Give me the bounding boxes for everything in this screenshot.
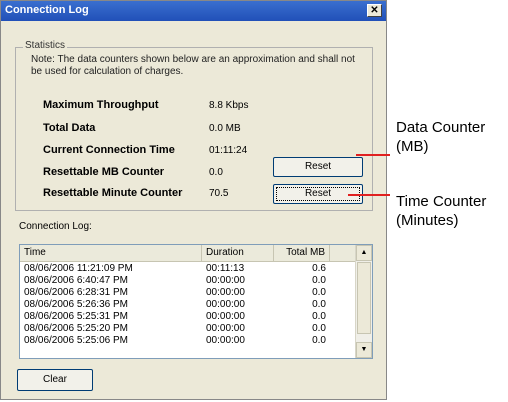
table-row[interactable]: 08/06/2006 5:25:31 PM 00:00:00 0.0 bbox=[20, 311, 356, 322]
window-title: Connection Log bbox=[5, 4, 89, 16]
row-duration: 00:00:00 bbox=[206, 287, 245, 298]
row-total-mb: 0.0 bbox=[312, 275, 326, 286]
statistics-group-label: Statistics bbox=[23, 40, 68, 51]
vertical-scrollbar[interactable]: ▲ ▼ bbox=[355, 245, 372, 358]
total-data-value: 0.0 MB bbox=[209, 123, 241, 134]
statistics-note: Note: The data counters shown below are … bbox=[31, 54, 355, 77]
data-counter-callout-line bbox=[356, 154, 390, 156]
resettable-mb-counter-value: 0.0 bbox=[209, 167, 223, 178]
data-counter-annotation-line1: Data Counter bbox=[396, 119, 486, 136]
table-row[interactable]: 08/06/2006 6:40:47 PM 00:00:00 0.0 bbox=[20, 275, 356, 286]
arrow-up-icon: ▲ bbox=[360, 249, 368, 256]
row-duration: 00:00:00 bbox=[206, 335, 245, 346]
row-duration: 00:00:00 bbox=[206, 299, 245, 310]
row-duration: 00:11:13 bbox=[206, 263, 245, 274]
time-counter-annotation-line2: (Minutes) bbox=[396, 212, 459, 229]
row-total-mb: 0.0 bbox=[312, 287, 326, 298]
row-time: 08/06/2006 6:40:47 PM bbox=[24, 275, 128, 286]
row-time: 08/06/2006 5:26:36 PM bbox=[24, 299, 128, 310]
current-connection-time-value: 01:11:24 bbox=[209, 145, 248, 156]
current-connection-time-label: Current Connection Time bbox=[43, 144, 175, 156]
reset-mb-counter-button[interactable]: Reset bbox=[273, 157, 363, 177]
list-header: Time Duration Total MB bbox=[20, 245, 356, 262]
column-header-time[interactable]: Time bbox=[20, 245, 202, 261]
arrow-down-icon: ▼ bbox=[360, 346, 368, 353]
row-total-mb: 0.0 bbox=[312, 323, 326, 334]
row-total-mb: 0.0 bbox=[312, 299, 326, 310]
row-time: 08/06/2006 5:25:20 PM bbox=[24, 323, 128, 334]
max-throughput-value: 8.8 Kbps bbox=[209, 100, 249, 111]
scroll-up-button[interactable]: ▲ bbox=[356, 245, 372, 261]
time-counter-callout-line bbox=[348, 194, 390, 196]
table-row[interactable]: 08/06/2006 5:25:06 PM 00:00:00 0.0 bbox=[20, 335, 356, 346]
close-button[interactable]: ✕ bbox=[367, 4, 382, 17]
connection-log-label: Connection Log: bbox=[19, 221, 92, 232]
clear-button[interactable]: Clear bbox=[17, 369, 93, 391]
connection-log-list[interactable]: Time Duration Total MB 08/06/2006 11:21:… bbox=[19, 244, 373, 359]
table-row[interactable]: 08/06/2006 6:28:31 PM 00:00:00 0.0 bbox=[20, 287, 356, 298]
title-bar: Connection Log ✕ bbox=[1, 1, 386, 21]
table-row[interactable]: 08/06/2006 5:26:36 PM 00:00:00 0.0 bbox=[20, 299, 356, 310]
row-duration: 00:00:00 bbox=[206, 275, 245, 286]
row-time: 08/06/2006 5:25:06 PM bbox=[24, 335, 128, 346]
scroll-down-button[interactable]: ▼ bbox=[356, 342, 372, 358]
row-total-mb: 0.6 bbox=[312, 263, 326, 274]
row-duration: 00:00:00 bbox=[206, 311, 245, 322]
resettable-minute-counter-value: 70.5 bbox=[209, 188, 229, 199]
connection-log-dialog: Connection Log ✕ Statistics Note: The da… bbox=[0, 0, 387, 400]
data-counter-annotation: Data Counter (MB) bbox=[396, 118, 485, 156]
table-row[interactable]: 08/06/2006 5:25:20 PM 00:00:00 0.0 bbox=[20, 323, 356, 334]
row-time: 08/06/2006 11:21:09 PM bbox=[24, 263, 133, 274]
table-row[interactable]: 08/06/2006 11:21:09 PM 00:11:13 0.6 bbox=[20, 263, 356, 274]
scroll-thumb[interactable] bbox=[357, 262, 371, 334]
resettable-minute-counter-label: Resettable Minute Counter bbox=[43, 187, 183, 199]
data-counter-annotation-line2: (MB) bbox=[396, 138, 429, 155]
max-throughput-label: Maximum Throughput bbox=[43, 99, 159, 111]
row-time: 08/06/2006 6:28:31 PM bbox=[24, 287, 128, 298]
row-duration: 00:00:00 bbox=[206, 323, 245, 334]
column-header-duration[interactable]: Duration bbox=[202, 245, 274, 261]
time-counter-annotation: Time Counter (Minutes) bbox=[396, 192, 486, 230]
row-total-mb: 0.0 bbox=[312, 311, 326, 322]
resettable-mb-counter-label: Resettable MB Counter bbox=[43, 166, 165, 178]
column-header-total-mb[interactable]: Total MB bbox=[274, 245, 330, 261]
row-time: 08/06/2006 5:25:31 PM bbox=[24, 311, 128, 322]
close-icon: ✕ bbox=[370, 5, 379, 16]
total-data-label: Total Data bbox=[43, 122, 96, 134]
time-counter-annotation-line1: Time Counter bbox=[396, 193, 487, 210]
row-total-mb: 0.0 bbox=[312, 335, 326, 346]
